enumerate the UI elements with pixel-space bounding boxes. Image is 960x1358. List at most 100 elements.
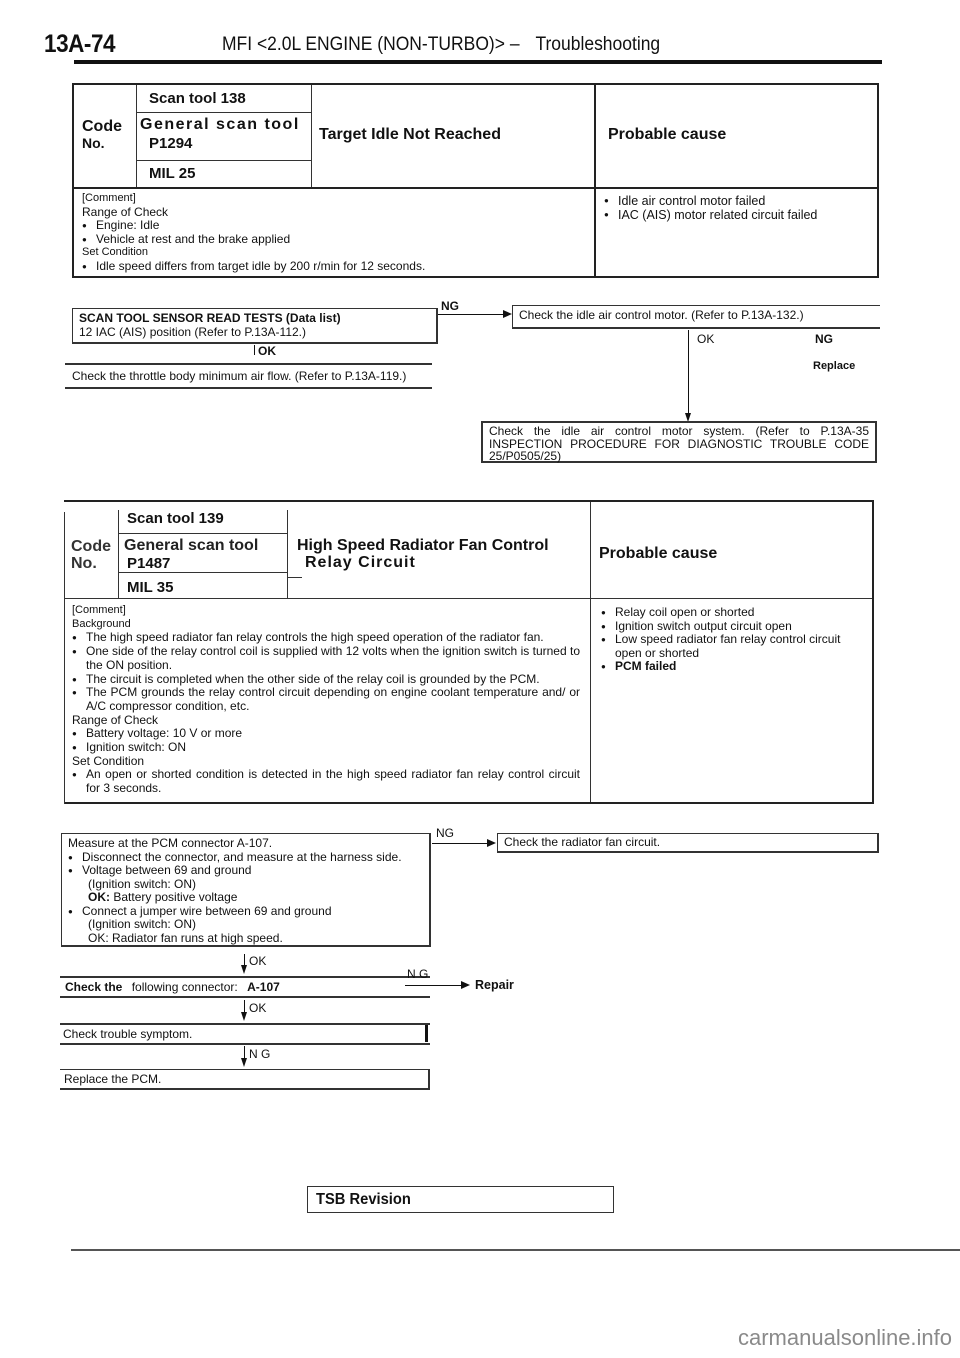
step-text: Check the idle air control motor system.… — [489, 424, 869, 463]
divider — [60, 996, 430, 998]
divider — [74, 187, 877, 189]
connector-id: A-107 — [247, 980, 280, 994]
scan-tool-number: Scan tool 139 — [127, 510, 224, 527]
arrow-right-icon — [503, 310, 512, 318]
mil-code: MIL 35 — [127, 579, 174, 596]
step-title: SCAN TOOL SENSOR READ TESTS (Data list) — [79, 311, 341, 325]
mil-code: MIL 25 — [149, 165, 196, 182]
divider — [590, 502, 591, 802]
background-item: One side of the relay control coil is su… — [72, 644, 580, 672]
arrow-down-icon — [241, 1012, 247, 1021]
footer-rule — [71, 1249, 960, 1251]
ng-arrow — [405, 985, 463, 986]
dtc-title: High Speed Radiator Fan Control Relay Ci… — [297, 537, 549, 571]
tsb-revision-label: TSB Revision — [316, 1191, 411, 1208]
ng-label: NG — [815, 332, 833, 346]
cause-item: Relay coil open or shorted — [601, 605, 863, 619]
comment-block: [Comment] Background The high speed radi… — [72, 604, 580, 796]
ng-label: N G — [249, 1047, 271, 1061]
header-rule — [74, 60, 882, 64]
code-label: Code No. — [82, 118, 122, 152]
step-detail: 12 IAC (AIS) position (Refer to P.13A-11… — [79, 325, 306, 339]
set-item: Idle speed differs from target idle by 2… — [82, 259, 582, 273]
step-measure-pcm: Measure at the PCM connector A-107. Disc… — [61, 833, 431, 947]
step-check-iac-system: Check the idle air control motor system.… — [481, 421, 877, 463]
arrow-right-icon — [487, 839, 496, 847]
page-title: MFI <2.0L ENGINE (NON-TURBO)> – Troubles… — [222, 34, 660, 56]
divider — [64, 512, 65, 804]
ok-label: OK — [249, 1001, 267, 1015]
page-title-prefix: MFI <2.0L ENGINE (NON-TURBO)> – — [222, 34, 520, 55]
divider — [60, 1043, 430, 1045]
step-text: following connector: — [131, 980, 238, 994]
ng-arrow — [438, 314, 504, 315]
comment-heading: [Comment] — [72, 604, 126, 616]
scan-tool-number: Scan tool 138 — [149, 90, 246, 107]
general-scan-tool-label: General scan tool — [140, 116, 300, 133]
comment-block: [Comment] Range of Check Engine: Idle Ve… — [82, 192, 582, 273]
measure-sub: (Ignition switch: ON) — [88, 917, 197, 931]
ng-arrow — [432, 843, 487, 844]
range-item: Battery voltage: 10 V or more — [72, 727, 580, 741]
divider — [594, 85, 596, 276]
set-list: An open or shorted condition is detected… — [72, 767, 580, 795]
background-item: The PCM grounds the relay control circui… — [72, 685, 580, 713]
step-check-iac-motor: Check the idle air control motor. (Refer… — [512, 305, 880, 329]
ok-connector-line — [688, 330, 689, 416]
divider — [65, 363, 432, 365]
range-item: Vehicle at rest and the brake applied — [82, 232, 582, 246]
set-heading: Set Condition — [82, 246, 149, 258]
code-label-line: Code — [82, 118, 122, 135]
watermark[interactable]: carmanualsonline.info — [738, 1325, 952, 1351]
range-item: Engine: Idle — [82, 218, 582, 232]
ok-value: Battery positive voltage — [113, 890, 238, 904]
cause-item: Idle air control motor failed — [604, 194, 874, 208]
measure-item: Connect a jumper wire between 69 and gro… — [68, 904, 423, 918]
divider — [60, 976, 430, 978]
code-label-line: No. — [71, 555, 97, 572]
range-heading: Range of Check — [72, 712, 159, 727]
ng-label: NG — [441, 299, 459, 313]
divider — [287, 510, 288, 598]
dtc-title-line: Relay Circuit — [305, 554, 416, 571]
set-list: Idle speed differs from target idle by 2… — [82, 259, 582, 273]
measure-item: Voltage between 69 and ground — [68, 863, 423, 877]
cause-item: Ignition switch output circuit open — [601, 619, 863, 633]
arrow-down-icon — [241, 965, 247, 974]
replace-action: Replace — [813, 360, 856, 372]
dtc-title-line: High Speed Radiator Fan Control — [297, 537, 549, 554]
step-text: Check the radiator fan circuit. — [504, 835, 661, 849]
divider — [311, 85, 312, 187]
divider — [65, 387, 432, 389]
divider — [136, 85, 137, 187]
step-check-radiator-fan-circuit: Check the radiator fan circuit. — [497, 833, 879, 853]
divider — [136, 160, 312, 161]
cause-list: Idle air control motor failed IAC (AIS) … — [604, 194, 874, 222]
ng-label: N G — [407, 967, 429, 981]
step-check-throttle: Check the throttle body minimum air flow… — [72, 369, 407, 383]
range-item: Ignition switch: ON — [72, 740, 580, 754]
background-item: The high speed radiator fan relay contro… — [72, 631, 580, 645]
probable-cause-heading: Probable cause — [599, 545, 718, 562]
cause-list: Relay coil open or shorted Ignition swit… — [601, 605, 863, 673]
margin-mark — [425, 1025, 428, 1042]
step-replace-pcm: Replace the PCM. — [60, 1069, 430, 1090]
background-item: The circuit is completed when the other … — [72, 672, 580, 686]
dtc-table-p1294: Code No. Scan tool 138 General scan tool… — [72, 83, 879, 278]
page-number: 13A-74 — [44, 30, 116, 58]
range-list: Battery voltage: 10 V or more Ignition s… — [72, 727, 580, 755]
code-label-line: No. — [82, 135, 105, 151]
cause-item: PCM failed — [601, 659, 863, 673]
cause-item: IAC (AIS) motor related circuit failed — [604, 208, 874, 222]
divider — [118, 572, 288, 573]
step-scan-tool-tests: SCAN TOOL SENSOR READ TESTS (Data list) … — [72, 308, 438, 344]
step-check-symptom: Check trouble symptom. — [63, 1027, 193, 1041]
set-heading: Set Condition — [72, 753, 145, 768]
background-list: The high speed radiator fan relay contro… — [72, 631, 580, 713]
dtc-table-p1487: Code No. Scan tool 139 General scan tool… — [64, 500, 874, 804]
comment-heading: [Comment] — [82, 192, 136, 204]
probable-cause-heading: Probable cause — [608, 126, 727, 143]
ok-label: OK: — [88, 890, 110, 904]
repair-action: Repair — [475, 978, 514, 992]
background-heading: Background — [72, 617, 131, 630]
